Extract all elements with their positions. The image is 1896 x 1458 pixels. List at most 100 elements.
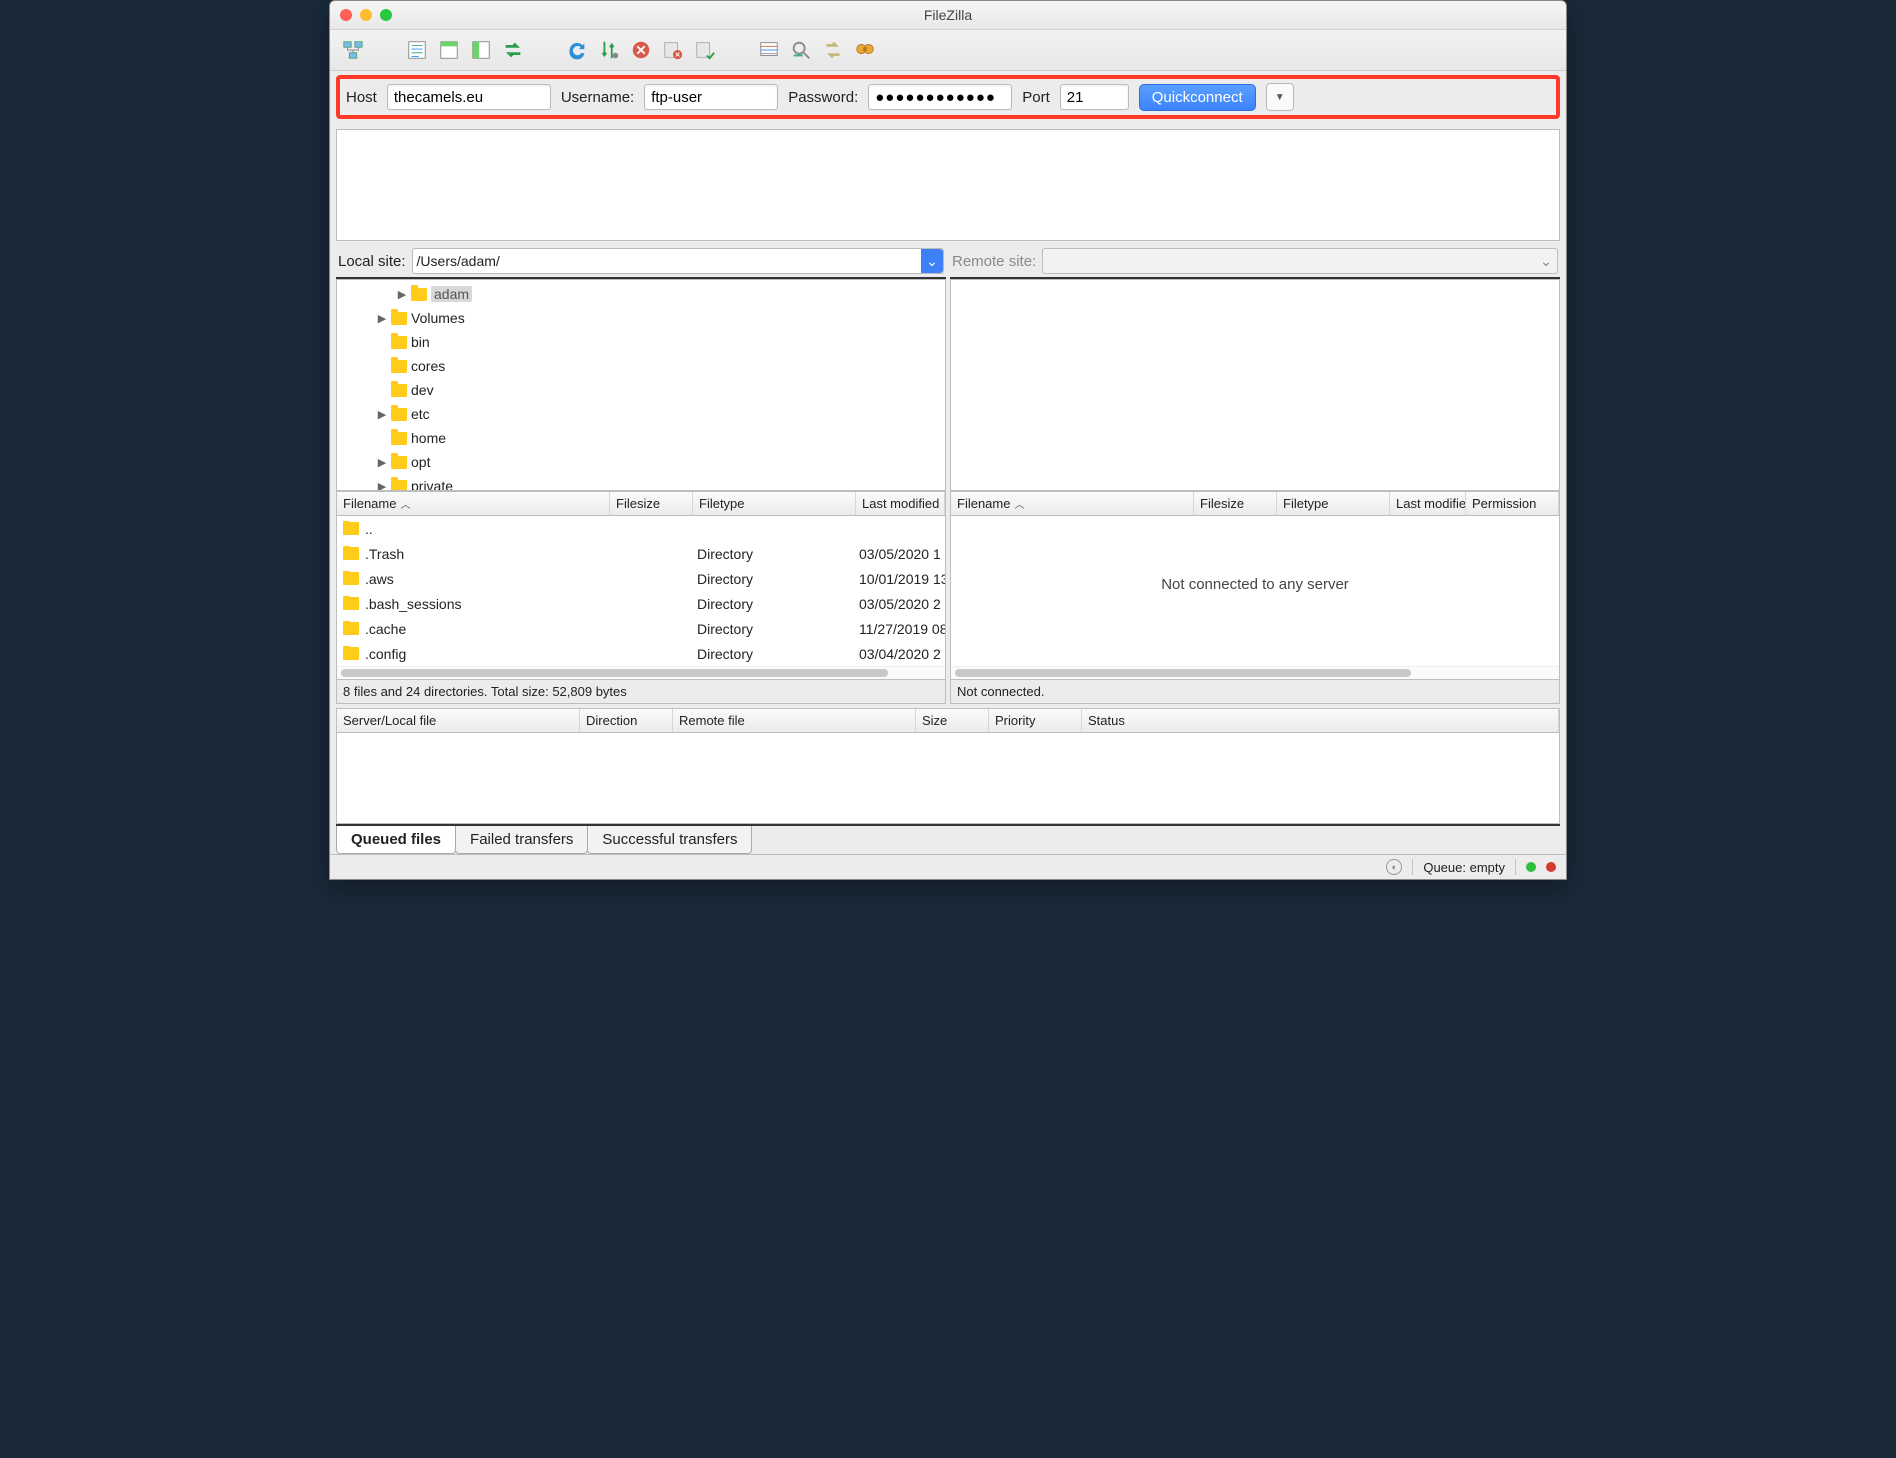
col-modified[interactable]: Last modified [1390,492,1466,515]
file-row[interactable]: .bash_sessionsDirectory03/05/2020 2 [337,591,945,616]
tree-item[interactable]: ▶home [337,426,945,450]
file-row[interactable]: .awsDirectory10/01/2019 13 [337,566,945,591]
folder-icon [391,384,407,397]
tree-item-label: Volumes [411,310,465,326]
folder-icon [391,480,407,492]
chevron-down-icon[interactable]: ⌄ [921,249,943,273]
chevron-down-icon[interactable]: ⌄ [1535,249,1557,273]
refresh-icon[interactable] [564,37,590,63]
expand-arrow-icon[interactable]: ▶ [377,312,387,325]
col-status[interactable]: Status [1082,709,1559,732]
app-window: FileZilla Host Username: Password: Port [329,0,1567,880]
col-filesize[interactable]: Filesize [610,492,693,515]
remote-hscrollbar[interactable] [951,666,1559,679]
folder-icon [391,336,407,349]
col-filetype[interactable]: Filetype [1277,492,1390,515]
col-priority[interactable]: Priority [989,709,1082,732]
queue-process-icon[interactable] [596,37,622,63]
disconnect-icon[interactable] [660,37,686,63]
search-icon[interactable] [788,37,814,63]
port-label: Port [1022,89,1050,106]
remote-tree[interactable] [950,279,1560,491]
tree-item-label: home [411,430,446,446]
remote-status: Not connected. [950,680,1560,704]
host-input[interactable] [387,84,551,110]
message-log[interactable] [336,129,1560,241]
folder-icon [343,597,359,610]
password-input[interactable] [868,84,1012,110]
folder-icon [343,622,359,635]
port-input[interactable] [1060,84,1129,110]
file-name: .aws [365,571,394,587]
queue-tabs: Queued files Failed transfers Successful… [336,824,1560,854]
col-filename[interactable]: Filename ︿ [951,492,1194,515]
local-file-list: Filename ︿ Filesize Filetype Last modifi… [336,491,946,680]
col-server-file[interactable]: Server/Local file [337,709,580,732]
folder-icon [343,522,359,535]
tree-item[interactable]: ▶bin [337,330,945,354]
tree-item[interactable]: ▶cores [337,354,945,378]
toggle-log-icon[interactable] [404,37,430,63]
tree-item-label: cores [411,358,445,374]
local-site-combo[interactable]: /Users/adam/ ⌄ [412,248,944,274]
host-label: Host [346,89,377,106]
tree-item-label: bin [411,334,430,350]
col-filesize[interactable]: Filesize [1194,492,1277,515]
file-row[interactable]: .TrashDirectory03/05/2020 1 [337,541,945,566]
col-filetype[interactable]: Filetype [693,492,856,515]
compare-icon[interactable] [820,37,846,63]
local-tree[interactable]: ▶adam▶Volumes▶bin▶cores▶dev▶etc▶home▶opt… [336,279,946,491]
col-direction[interactable]: Direction [580,709,673,732]
activity-led-red [1546,862,1556,872]
file-row[interactable]: .configDirectory03/04/2020 2 [337,641,945,666]
col-filename[interactable]: Filename ︿ [337,492,610,515]
folder-icon [391,432,407,445]
tree-item[interactable]: ▶adam [337,282,945,306]
col-modified[interactable]: Last modified [856,492,945,515]
file-name: .. [365,521,373,537]
local-hscrollbar[interactable] [337,666,945,679]
file-row[interactable]: .. [337,516,945,541]
quickconnect-button[interactable]: Quickconnect [1139,84,1256,111]
file-row[interactable]: .cacheDirectory11/27/2019 08 [337,616,945,641]
remote-site-combo[interactable]: ⌄ [1042,248,1558,274]
col-permissions[interactable]: Permission [1466,492,1559,515]
queue-status: Queue: empty [1423,860,1505,875]
file-name: .config [365,646,406,662]
reconnect-icon[interactable] [692,37,718,63]
local-site-value: /Users/adam/ [417,253,500,269]
username-input[interactable] [644,84,778,110]
cancel-icon[interactable] [628,37,654,63]
col-size[interactable]: Size [916,709,989,732]
tree-item-label: private [411,478,453,491]
tree-item-label: etc [411,406,430,422]
folder-icon [343,572,359,585]
sync-browsing-icon[interactable] [500,37,526,63]
col-remote-file[interactable]: Remote file [673,709,916,732]
tree-item[interactable]: ▶ private [337,474,945,491]
quickconnect-dropdown[interactable]: ▼ [1266,83,1294,111]
expand-arrow-icon[interactable]: ▶ [377,480,387,492]
queue-body[interactable] [337,733,1559,823]
split-panes: Local site: /Users/adam/ ⌄ ▶adam▶Volumes… [336,245,1560,704]
expand-arrow-icon[interactable]: ▶ [377,408,387,421]
toggle-tree-local-icon[interactable] [436,37,462,63]
tree-item[interactable]: ▶dev [337,378,945,402]
expand-arrow-icon[interactable]: ▶ [397,288,407,301]
local-status: 8 files and 24 directories. Total size: … [336,680,946,704]
tree-item[interactable]: ▶opt [337,450,945,474]
filter-icon[interactable] [756,37,782,63]
tab-successful-transfers[interactable]: Successful transfers [587,826,752,854]
tree-item[interactable]: ▶ etc [337,402,945,426]
site-manager-icon[interactable] [340,37,366,63]
folder-icon [391,312,407,325]
folder-icon [391,456,407,469]
toggle-tree-remote-icon[interactable] [468,37,494,63]
tree-item[interactable]: ▶ Volumes [337,306,945,330]
tab-failed-transfers[interactable]: Failed transfers [455,826,588,854]
find-icon[interactable] [852,37,878,63]
tab-queued-files[interactable]: Queued files [336,826,456,854]
statusbar: ◐ Queue: empty [330,854,1566,879]
expand-arrow-icon[interactable]: ▶ [377,456,387,469]
tree-item-label: dev [411,382,434,398]
